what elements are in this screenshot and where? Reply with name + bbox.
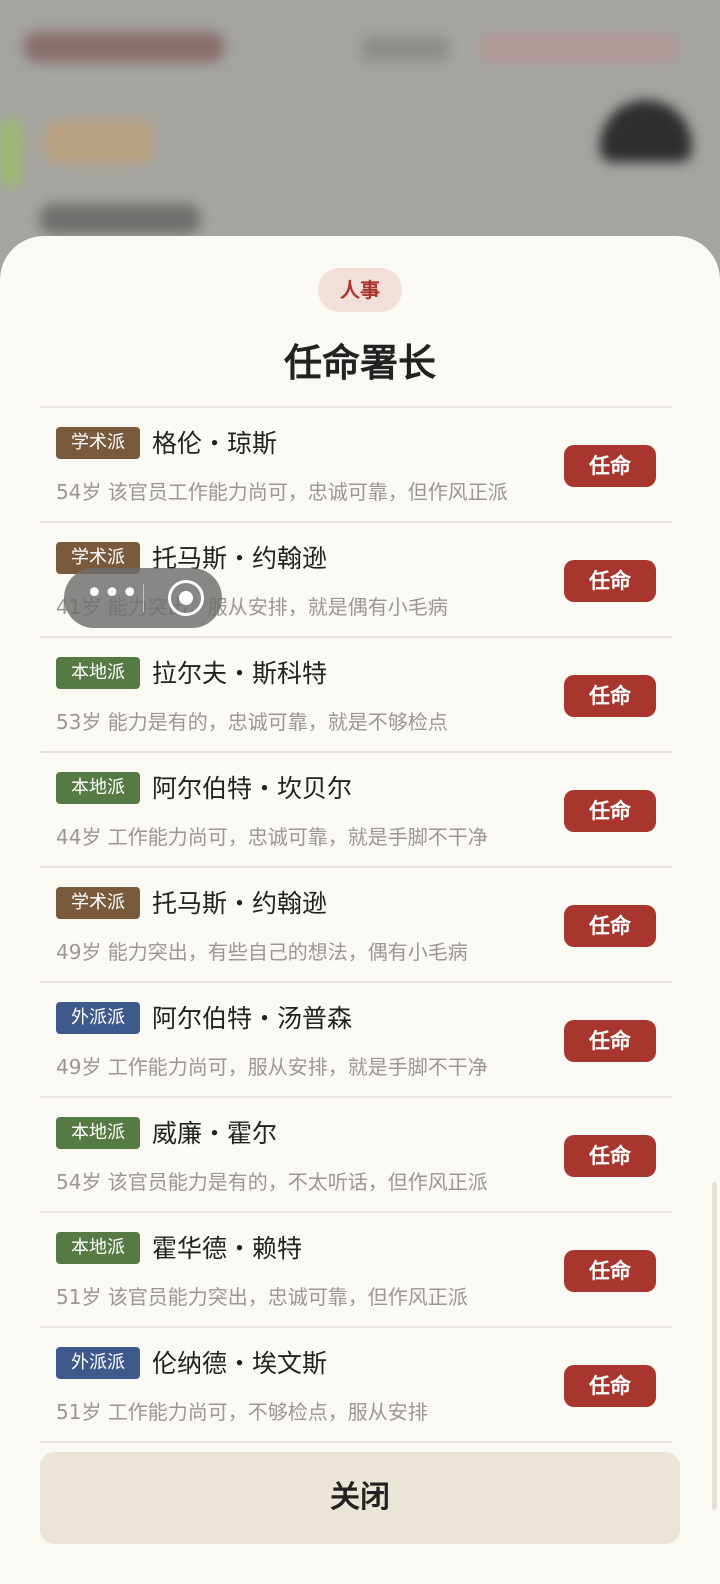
target-circle-icon[interactable] (168, 580, 204, 616)
capsule-divider (143, 584, 144, 612)
candidate-description: 49岁 工作能力尚可，服从安排，就是手脚不干净 (56, 1055, 488, 1079)
candidate-description: 54岁 该官员工作能力尚可，忠诚可靠，但作风正派 (56, 480, 508, 504)
appoint-button[interactable]: 任命 (564, 1250, 656, 1292)
candidate-name: 霍华德・赖特 (152, 1234, 303, 1263)
scrollbar[interactable] (712, 1182, 717, 1510)
candidate-name: 阿尔伯特・坎贝尔 (152, 774, 353, 803)
faction-badge: 外派派 (56, 1002, 140, 1034)
bg-indicator-blur (0, 118, 22, 188)
bg-icons-blur (44, 120, 154, 164)
bg-title-blur (24, 32, 224, 62)
candidate-row: 本地派 阿尔伯特・坎贝尔 44岁 工作能力尚可，忠诚可靠，就是手脚不干净 任命 (40, 753, 672, 868)
candidate-row: 本地派 霍华德・赖特 51岁 该官员能力突出，忠诚可靠，但作风正派 任命 (40, 1213, 672, 1328)
appoint-button[interactable]: 任命 (564, 445, 656, 487)
candidate-row: 外派派 阿尔伯特・汤普森 49岁 工作能力尚可，服从安排，就是手脚不干净 任命 (40, 983, 672, 1098)
faction-badge: 学术派 (56, 427, 140, 459)
candidate-name: 伦纳德・埃文斯 (152, 1349, 328, 1378)
capsule-menu: ••• (64, 568, 222, 628)
appoint-button[interactable]: 任命 (564, 1020, 656, 1062)
faction-badge: 本地派 (56, 657, 140, 689)
candidate-name: 拉尔夫・斯科特 (152, 659, 328, 688)
bg-tab-blur (480, 34, 680, 62)
bg-avatar-blur (600, 100, 692, 162)
candidate-description: 51岁 该官员能力突出，忠诚可靠，但作风正派 (56, 1285, 468, 1309)
candidate-row: 本地派 拉尔夫・斯科特 53岁 能力是有的，忠诚可靠，就是不够检点 任命 (40, 638, 672, 753)
bg-tab-blur (360, 36, 450, 62)
appoint-dialog: 人事 任命署长 学术派 格伦・琼斯 54岁 该官员工作能力尚可，忠诚可靠，但作风正派… (0, 236, 720, 1584)
bg-heading-blur (40, 204, 200, 234)
candidate-row: 本地派 威廉・霍尔 54岁 该官员能力是有的，不太听话，但作风正派 任命 (40, 1098, 672, 1213)
candidate-row: 学术派 托马斯・约翰逊 49岁 能力突出，有些自己的想法，偶有小毛病 任命 (40, 868, 672, 983)
appoint-button[interactable]: 任命 (564, 1135, 656, 1177)
faction-badge: 本地派 (56, 772, 140, 804)
faction-badge: 学术派 (56, 887, 140, 919)
appoint-button[interactable]: 任命 (564, 675, 656, 717)
appoint-button[interactable]: 任命 (564, 560, 656, 602)
candidate-name: 阿尔伯特・汤普森 (152, 1004, 353, 1033)
appoint-button[interactable]: 任命 (564, 790, 656, 832)
close-button[interactable]: 关闭 (40, 1452, 680, 1544)
category-tag: 人事 (318, 268, 402, 312)
candidate-description: 49岁 能力突出，有些自己的想法，偶有小毛病 (56, 940, 468, 964)
candidate-description: 54岁 该官员能力是有的，不太听话，但作风正派 (56, 1170, 488, 1194)
appoint-button[interactable]: 任命 (564, 905, 656, 947)
candidate-description: 51岁 工作能力尚可，不够检点，服从安排 (56, 1400, 428, 1424)
faction-badge: 外派派 (56, 1347, 140, 1379)
candidate-description: 44岁 工作能力尚可，忠诚可靠，就是手脚不干净 (56, 825, 488, 849)
candidate-name: 格伦・琼斯 (152, 429, 278, 458)
candidate-name: 威廉・霍尔 (152, 1119, 278, 1148)
candidate-row: 外派派 伦纳德・埃文斯 51岁 工作能力尚可，不够检点，服从安排 任命 (40, 1328, 672, 1443)
appoint-button[interactable]: 任命 (564, 1365, 656, 1407)
faction-badge: 本地派 (56, 1117, 140, 1149)
dialog-title: 任命署长 (283, 340, 436, 385)
candidate-row: 学术派 格伦・琼斯 54岁 该官员工作能力尚可，忠诚可靠，但作风正派 任命 (40, 408, 672, 523)
more-dots-icon[interactable]: ••• (82, 568, 142, 628)
candidate-name: 托马斯・约翰逊 (152, 889, 328, 918)
candidate-list: 学术派 格伦・琼斯 54岁 该官员工作能力尚可，忠诚可靠，但作风正派 任命 学术派 托马斯… (40, 406, 672, 1443)
faction-badge: 本地派 (56, 1232, 140, 1264)
candidate-description: 53岁 能力是有的，忠诚可靠，就是不够检点 (56, 710, 448, 734)
